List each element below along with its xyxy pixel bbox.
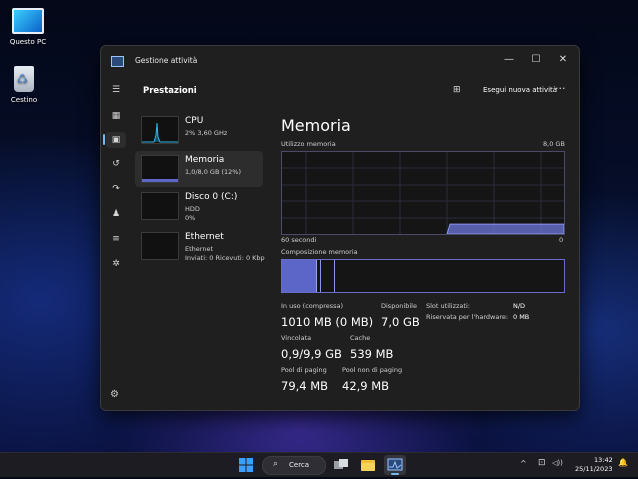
active-indicator <box>103 134 105 145</box>
ethernet-thumbnail-graph <box>141 232 179 260</box>
available-label: Disponibile <box>381 302 417 310</box>
committed-value: 0,9/9,9 GB <box>281 347 342 361</box>
cpu-thumbnail-graph <box>141 116 179 144</box>
composition-label: Composizione memoria <box>281 248 358 256</box>
search-box[interactable]: ⌕ Cerca <box>262 456 326 475</box>
volume-icon[interactable]: ◁)) <box>552 459 563 467</box>
reserved-label: Riservata per l'hardware: <box>426 313 509 321</box>
computer-icon <box>12 8 44 34</box>
memory-thumbnail-graph <box>141 155 179 183</box>
perf-item-name: Disco 0 (C:) <box>185 192 238 202</box>
users-icon[interactable]: ♟ <box>110 208 122 220</box>
detail-title: Memoria <box>281 116 351 135</box>
title-bar[interactable]: Gestione attività — ☐ ✕ <box>101 46 579 76</box>
in-use-value: 1010 MB (0 MB) <box>281 315 374 329</box>
performance-list: CPU 2% 3,60 GHz Memoria 1,0/8,0 GB (12%)… <box>133 108 265 338</box>
desktop-icon-label: Cestino <box>10 96 38 104</box>
close-button[interactable]: ✕ <box>551 51 575 69</box>
perf-item-sub: 2% 3,60 GHz <box>185 129 228 137</box>
run-new-task-button[interactable]: Esegui nuova attività <box>483 86 557 94</box>
cpu-graph <box>142 122 178 143</box>
perf-item-ethernet[interactable]: Ethernet Ethernet Inviati: 0 Ricevuti: 0… <box>135 228 265 264</box>
cache-value: 539 MB <box>350 347 394 361</box>
perf-item-name: Ethernet <box>185 232 224 242</box>
settings-icon[interactable]: ⚙ <box>110 389 119 400</box>
perf-item-sub: Ethernet <box>185 245 213 253</box>
time-span-label: 60 secondi <box>281 236 317 244</box>
taskbar: ⌕ Cerca ^ ⊡ ◁)) 13:42 25/11/2023 🔔 <box>0 452 638 477</box>
details-icon[interactable]: ≡ <box>110 233 122 245</box>
perf-item-cpu[interactable]: CPU 2% 3,60 GHz <box>135 112 263 148</box>
perf-item-sub: 0% <box>185 214 196 222</box>
paged-pool-label: Pool di paging <box>281 366 327 374</box>
composition-standby <box>334 260 335 292</box>
perf-item-disk[interactable]: Disco 0 (C:) HDD 0% <box>135 188 263 224</box>
memory-usage-graph <box>281 151 565 235</box>
search-icon: ⌕ <box>273 459 279 469</box>
usage-graph-svg <box>282 152 565 235</box>
tray-chevron-icon[interactable]: ^ <box>520 459 527 468</box>
usage-graph-max: 8,0 GB <box>543 140 565 148</box>
memory-graph-fill <box>142 179 178 182</box>
services-icon[interactable]: ✲ <box>110 258 122 270</box>
desktop-icon-label: Questo PC <box>9 38 47 46</box>
committed-label: Vincolata <box>281 334 312 342</box>
disk-thumbnail-graph <box>141 192 179 220</box>
page-title: Prestazioni <box>143 86 197 96</box>
folder-icon <box>361 460 375 471</box>
task-manager-taskbar-button[interactable] <box>384 455 406 475</box>
usage-area <box>446 223 565 235</box>
task-manager-icon <box>387 458 403 471</box>
available-value: 7,0 GB <box>381 315 420 329</box>
task-view-icon <box>334 459 348 469</box>
slots-value: N/D <box>513 302 526 310</box>
composition-in-use <box>282 260 317 292</box>
desktop-icon-this-pc[interactable]: Questo PC <box>0 8 58 46</box>
minimize-button[interactable]: — <box>497 51 521 69</box>
startup-apps-icon[interactable]: ↷ <box>110 183 122 195</box>
nav-sidebar: ☰ ▦ ▣ ↺ ↷ ♟ ≡ ✲ <box>101 76 131 410</box>
perf-item-sub: Inviati: 0 Ricevuti: 0 Kbp <box>185 254 265 262</box>
performance-icon[interactable]: ▣ <box>106 132 126 148</box>
nonpaged-pool-label: Pool non di paging <box>342 366 403 374</box>
zero-label: 0 <box>559 236 564 244</box>
nonpaged-pool-value: 42,9 MB <box>342 379 390 393</box>
start-button[interactable] <box>238 457 254 473</box>
task-view-button[interactable] <box>333 457 349 473</box>
cache-label: Cache <box>350 334 371 342</box>
app-history-icon[interactable]: ↺ <box>110 158 122 170</box>
maximize-button[interactable]: ☐ <box>524 51 548 69</box>
slots-label: Slot utilizzati: <box>426 302 470 310</box>
running-indicator <box>391 473 399 475</box>
task-manager-window: Gestione attività — ☐ ✕ ☰ ▦ ▣ ↺ ↷ ♟ ≡ ✲ … <box>100 45 580 411</box>
menu-icon[interactable]: ☰ <box>110 84 122 96</box>
memory-composition-bar <box>281 259 565 293</box>
window-title: Gestione attività <box>135 56 198 65</box>
search-label: Cerca <box>289 461 310 469</box>
page-header: Prestazioni ⊞ Esegui nuova attività ··· <box>131 76 579 106</box>
perf-item-memory[interactable]: Memoria 1,0/8,0 GB (12%) <box>135 151 263 187</box>
paged-pool-value: 79,4 MB <box>281 379 329 393</box>
network-icon[interactable]: ⊡ <box>538 458 546 468</box>
in-use-label: In uso (compressa) <box>281 302 344 310</box>
usage-graph-label: Utilizzo memoria <box>281 140 336 148</box>
processes-icon[interactable]: ▦ <box>110 110 122 122</box>
notification-bell-icon[interactable]: 🔔 <box>618 458 628 467</box>
more-options-button[interactable]: ··· <box>555 82 566 95</box>
perf-item-sub: HDD <box>185 205 200 213</box>
desktop-icon-recycle-bin[interactable]: Cestino <box>0 66 54 104</box>
composition-modified <box>320 260 321 292</box>
run-task-icon[interactable]: ⊞ <box>453 85 463 95</box>
perf-item-name: CPU <box>185 116 204 126</box>
clock-date[interactable]: 25/11/2023 <box>575 465 612 473</box>
task-manager-icon <box>111 56 124 67</box>
perf-item-sub: 1,0/8,0 GB (12%) <box>185 168 242 176</box>
file-explorer-button[interactable] <box>360 457 376 473</box>
clock-time[interactable]: 13:42 <box>594 456 613 464</box>
perf-item-name: Memoria <box>185 155 225 165</box>
recycle-bin-icon <box>14 66 34 92</box>
reserved-value: 0 MB <box>513 313 530 321</box>
windows-logo-icon <box>239 458 253 472</box>
